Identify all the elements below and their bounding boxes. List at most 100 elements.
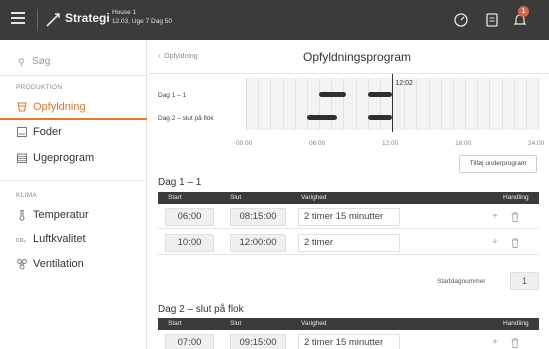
- start-time-field[interactable]: 07:00: [165, 334, 214, 349]
- house-date: 12.03, Uge 7 Dag 50: [112, 18, 172, 25]
- calendar-icon: [17, 153, 27, 163]
- duration-field: 2 timer: [298, 234, 400, 252]
- timeline-bar: [367, 92, 392, 97]
- sidebar: ⚲ Søg PRODUKTION Opfyldning Foder Ugepro…: [0, 40, 147, 349]
- timeline-gridline: [538, 78, 539, 130]
- trash-icon[interactable]: [508, 236, 522, 250]
- timeline-gridline: [513, 78, 515, 130]
- column-header-duration: Varighed: [301, 194, 327, 201]
- sidebar-item-foder[interactable]: Foder: [0, 121, 147, 145]
- table-row: 10:00 12:00:00 2 timer +: [158, 231, 539, 255]
- sidebar-item-temperatur[interactable]: Temperatur: [0, 204, 147, 228]
- day-program-title: Dag 2 – slut på flok: [158, 304, 244, 315]
- current-time-marker: [392, 74, 394, 132]
- svg-text:co₂: co₂: [16, 237, 26, 244]
- section-label-climate: KLIMA: [16, 192, 38, 199]
- co2-icon: co₂: [16, 237, 26, 244]
- trash-icon[interactable]: [508, 210, 522, 224]
- timeline-gridline: [428, 78, 430, 130]
- divider: [0, 180, 147, 181]
- sidebar-item-label: Temperatur: [33, 209, 89, 221]
- timeline-gridline: [355, 78, 357, 130]
- cup-icon: [17, 102, 27, 112]
- fan-icon: [17, 259, 27, 270]
- timeline-axis-label: 24:00: [528, 140, 545, 147]
- timeline-gridline: [379, 78, 381, 130]
- start-time-field[interactable]: 10:00: [165, 234, 214, 252]
- top-bar: Strategi House 1 12.03, Uge 7 Dag 50 1: [0, 0, 549, 40]
- sidebar-item-luftkvalitet[interactable]: co₂ Luftkvalitet: [0, 228, 147, 252]
- notification-badge: 1: [518, 6, 529, 17]
- sidebar-item-label: Foder: [33, 126, 62, 138]
- end-time-field[interactable]: 08:15:00: [230, 208, 286, 226]
- timeline-axis-label: 12:00: [382, 140, 399, 147]
- start-day-label: Startdagnummer: [437, 278, 486, 285]
- house-info: House 1 12.03, Uge 7 Dag 50: [112, 8, 172, 26]
- main-content: ‹ Opfyldning Opfyldningsprogram Dag 1 – …: [148, 40, 549, 349]
- divider: [37, 9, 38, 31]
- timeline-axis-label: 06:00: [309, 140, 326, 147]
- timeline-gridline: [477, 78, 479, 130]
- end-time-field[interactable]: 09:15:00: [230, 334, 286, 349]
- column-header-duration: Varighed: [301, 320, 327, 327]
- search-icon: ⚲: [18, 57, 25, 67]
- timeline-gridline: [440, 78, 442, 130]
- timeline-gridline: [258, 78, 260, 130]
- timeline-chart: Dag 1 – 1 Dag 2 – slut på flok 00:00 06:0…: [148, 74, 549, 158]
- end-time-field[interactable]: 12:00:00: [230, 234, 286, 252]
- timeline-axis-label: 00:00: [236, 140, 253, 147]
- table-row: 07:00 09:15:00 2 timer 15 minutter +: [158, 331, 539, 349]
- column-header-end: Slut: [230, 320, 242, 327]
- add-row-icon[interactable]: +: [488, 210, 502, 224]
- timeline-gridline: [331, 78, 333, 130]
- add-subprogram-button[interactable]: Tilføj underprogram: [459, 155, 537, 173]
- day-program-title: Dag 1 – 1: [158, 177, 202, 188]
- table-row: 06:00 08:15:00 2 timer 15 minutter +: [158, 205, 539, 229]
- timeline-gridline: [489, 78, 491, 130]
- menu-icon[interactable]: [11, 12, 25, 26]
- timeline-gridline: [294, 78, 296, 130]
- timeline-gridline: [501, 78, 503, 130]
- sidebar-item-opfyldning[interactable]: Opfyldning: [0, 96, 147, 120]
- timeline-gridline: [367, 78, 369, 130]
- timeline-gridline: [270, 78, 272, 130]
- timeline-gridline: [525, 78, 527, 130]
- timeline-gridline: [343, 78, 345, 130]
- timeline-gridline: [416, 78, 418, 130]
- trash-icon[interactable]: [508, 336, 522, 349]
- timeline-gridline: [246, 78, 247, 130]
- dashboard-gauge-icon[interactable]: [453, 12, 469, 28]
- duration-field: 2 timer 15 minutter: [298, 334, 400, 349]
- document-icon[interactable]: [484, 12, 500, 28]
- sidebar-item-ventilation[interactable]: Ventilation: [0, 253, 147, 277]
- column-header-start: Start: [168, 194, 182, 201]
- timeline-bar: [367, 115, 392, 120]
- sidebar-item-label: Luftkvalitet: [33, 233, 86, 245]
- timeline-gridline: [319, 78, 320, 130]
- timeline-row-label: Dag 1 – 1: [158, 92, 187, 99]
- search-input[interactable]: Søg: [32, 56, 50, 67]
- timeline-gridline: [465, 78, 466, 130]
- timeline-gridline: [282, 78, 284, 130]
- house-name: House 1: [112, 9, 137, 16]
- sidebar-item-ugeprogram[interactable]: Ugeprogram: [0, 147, 147, 171]
- timeline-bar: [319, 92, 347, 97]
- main-header: ‹ Opfyldning Opfyldningsprogram: [148, 40, 549, 74]
- column-header-start: Start: [168, 320, 182, 327]
- add-row-icon[interactable]: +: [488, 236, 502, 250]
- timeline-row-label: Dag 2 – slut på flok: [158, 115, 214, 122]
- strategy-logo-icon: [46, 13, 60, 27]
- feed-icon: [17, 127, 27, 137]
- search-box[interactable]: ⚲ Søg: [0, 48, 147, 76]
- sidebar-item-label: Ugeprogram: [33, 152, 95, 164]
- table-header: Start Slut Varighed Handling: [158, 318, 539, 330]
- column-header-end: Slut: [230, 194, 242, 201]
- sidebar-item-label: Ventilation: [33, 258, 84, 270]
- start-day-input[interactable]: 1: [510, 272, 539, 290]
- timeline-bar: [306, 115, 338, 120]
- section-label-production: PRODUKTION: [16, 84, 63, 91]
- duration-field: 2 timer 15 minutter: [298, 208, 400, 226]
- start-time-field[interactable]: 06:00: [165, 208, 214, 226]
- add-row-icon[interactable]: +: [488, 336, 502, 349]
- back-link[interactable]: ‹ Opfyldning: [158, 53, 198, 60]
